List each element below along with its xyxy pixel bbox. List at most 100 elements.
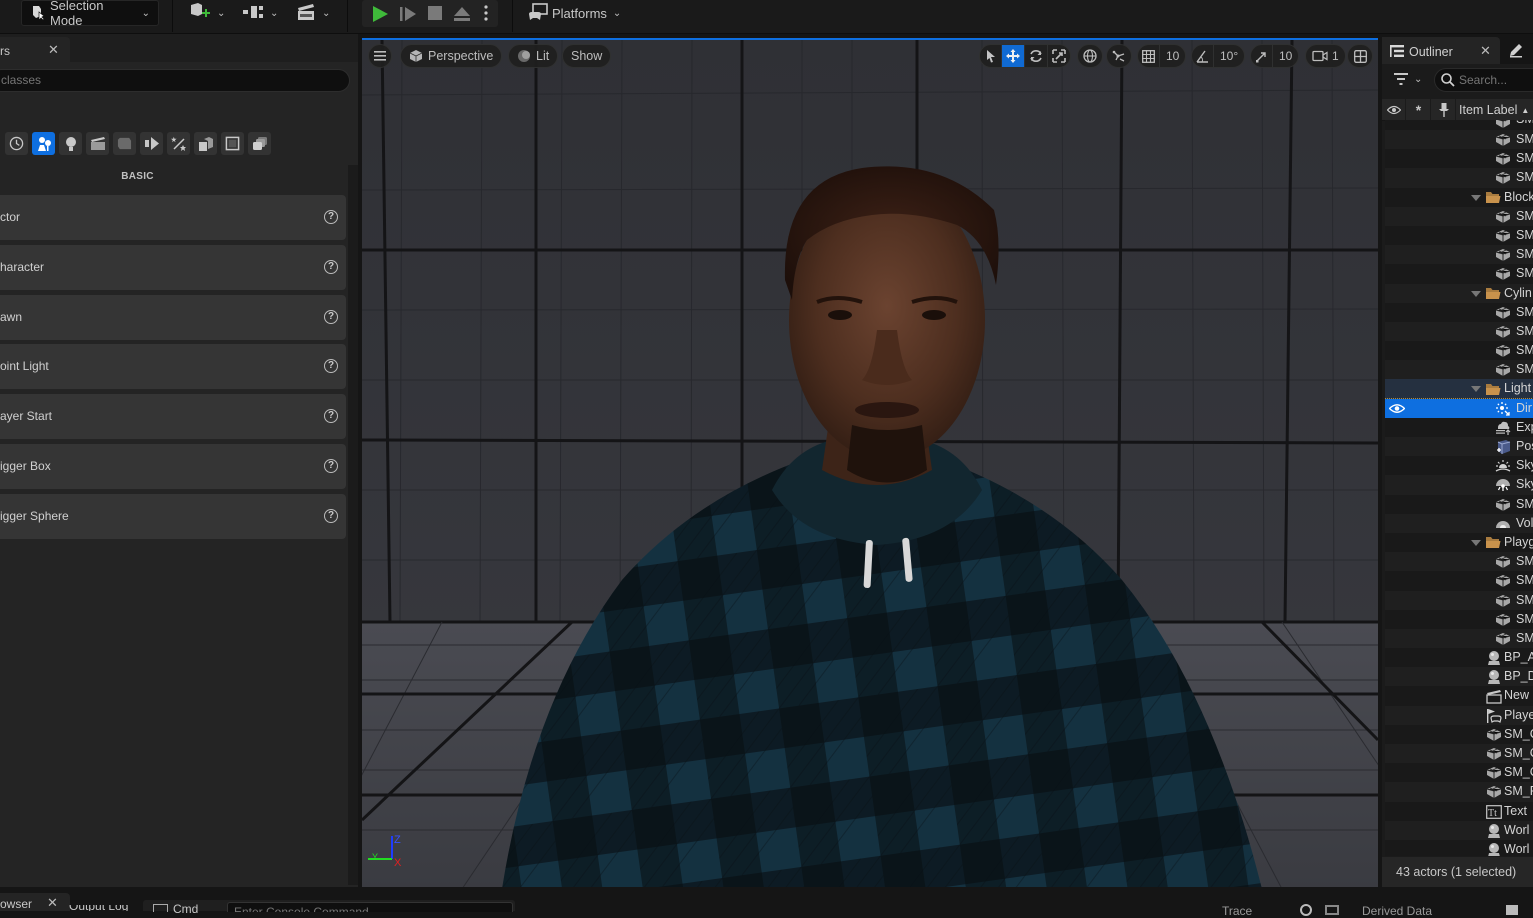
expand-arrow-icon[interactable] (1471, 194, 1481, 201)
expand-arrow-icon[interactable] (1471, 386, 1481, 393)
outliner-row[interactable]: SM (1385, 206, 1533, 226)
perspective-button[interactable]: Perspective (400, 44, 503, 68)
visibility-column[interactable] (1382, 99, 1406, 121)
close-icon[interactable]: ✕ (1480, 43, 1491, 59)
filter-button[interactable]: ⌄ (1394, 73, 1422, 85)
close-icon[interactable]: ✕ (48, 42, 59, 58)
scale-snap-toggle[interactable] (1251, 45, 1273, 67)
outliner-row[interactable]: SM (1385, 168, 1533, 188)
search-classes-input[interactable] (1, 73, 321, 87)
outliner-row[interactable]: SM (1385, 245, 1533, 265)
category-geometry[interactable] (140, 132, 163, 155)
scale-snap-value[interactable]: 10 (1273, 45, 1298, 67)
outliner-row[interactable]: SM (1385, 628, 1533, 649)
help-icon[interactable]: ? (324, 359, 338, 374)
outliner-row[interactable]: SM (1385, 609, 1533, 629)
more-options-icon[interactable] (484, 4, 488, 25)
coordinate-system-button[interactable] (1077, 44, 1103, 68)
tab-output-log[interactable]: Output Log (69, 905, 128, 911)
cmd-dropdown[interactable]: Cmd (173, 902, 198, 916)
outliner-row[interactable]: Worl (1385, 820, 1533, 840)
expand-arrow-icon[interactable] (1471, 539, 1481, 546)
outliner-row[interactable]: SM (1385, 149, 1533, 169)
actor-item[interactable]: awn? (0, 294, 346, 340)
outliner-row[interactable]: SM_C (1385, 724, 1533, 744)
viewport-layout-button[interactable] (1347, 44, 1373, 68)
selection-mode-dropdown[interactable]: Selection Mode ⌄ (21, 0, 159, 28)
outliner-row[interactable]: Playe (1385, 705, 1533, 725)
outliner-row[interactable]: SM_C (1385, 763, 1533, 783)
category-all-classes[interactable] (194, 132, 217, 155)
grid-snap-toggle[interactable] (1138, 45, 1160, 67)
outliner-row[interactable]: New (1385, 686, 1533, 706)
derived-data-button[interactable]: Derived Data (1362, 905, 1432, 917)
cinematics-button[interactable]: ⌄ (296, 0, 330, 26)
translate-tool[interactable] (1002, 45, 1025, 67)
grid-snap-value[interactable]: 10 (1160, 45, 1185, 67)
advance-frame-icon[interactable] (399, 5, 417, 26)
actor-item[interactable]: haracter? (0, 244, 346, 290)
outliner-folder-row[interactable]: Playg (1385, 532, 1533, 553)
actor-item[interactable]: ctor? (0, 195, 346, 240)
tab-outliner[interactable]: Outliner ✕ (1382, 37, 1500, 64)
lit-button[interactable]: Lit (508, 44, 559, 68)
category-recent[interactable] (5, 132, 28, 155)
item-label-column[interactable]: Item Label ▲ (1457, 99, 1533, 121)
actor-item[interactable]: oint Light? (0, 344, 346, 390)
trace-button[interactable]: Trace (1222, 905, 1252, 917)
eject-icon[interactable] (453, 5, 471, 26)
scrollbar-track[interactable] (348, 165, 358, 885)
actor-item[interactable]: igger Sphere? (0, 493, 346, 539)
help-icon[interactable]: ? (324, 508, 338, 523)
outliner-row[interactable]: Worl (1385, 839, 1533, 856)
outliner-row[interactable]: Exp (1385, 417, 1533, 437)
outliner-search-input[interactable] (1459, 73, 1533, 87)
outliner-row[interactable]: Dir (1385, 397, 1533, 419)
outliner-row[interactable]: SM (1385, 225, 1533, 246)
camera-speed-button[interactable]: 1 (1306, 45, 1345, 67)
outliner-row[interactable]: SM (1385, 494, 1533, 514)
record-icon[interactable] (1300, 904, 1312, 916)
category-basic[interactable] (32, 132, 55, 155)
outliner-row[interactable]: Sky (1385, 456, 1533, 476)
search-classes-field[interactable] (0, 69, 350, 92)
outliner-row[interactable]: Sky (1385, 475, 1533, 495)
close-icon[interactable]: ✕ (47, 895, 58, 911)
blueprints-button[interactable]: ⌄ (242, 0, 278, 26)
actor-item[interactable]: ayer Start? (0, 394, 346, 440)
outliner-row[interactable]: SM (1385, 302, 1533, 322)
outliner-row[interactable]: SM (1385, 360, 1533, 380)
pin-column[interactable] (1432, 99, 1456, 121)
outliner-search-field[interactable] (1434, 68, 1533, 92)
scale-tool[interactable] (1048, 45, 1070, 67)
outliner-row[interactable]: SM (1385, 552, 1533, 572)
category-shapes[interactable] (221, 132, 244, 155)
rotation-snap-toggle[interactable] (1192, 45, 1214, 67)
outliner-row[interactable]: SM (1385, 571, 1533, 591)
surface-snapping-button[interactable] (1106, 44, 1132, 68)
category-cinematic[interactable] (86, 132, 109, 155)
outliner-folder-row[interactable]: Cylin (1385, 283, 1533, 303)
details-tab-icon[interactable] (1508, 42, 1524, 61)
stop-icon[interactable] (427, 5, 443, 24)
help-icon[interactable]: ? (324, 309, 338, 324)
category-volumes[interactable] (167, 132, 190, 155)
expand-arrow-icon[interactable] (1471, 290, 1481, 297)
rotation-snap-value[interactable]: 10° (1214, 45, 1244, 67)
play-icon[interactable] (371, 5, 389, 26)
screenshot-icon[interactable] (1325, 905, 1339, 915)
help-icon[interactable]: ? (324, 459, 338, 473)
level-viewport[interactable]: Z X Y Perspective Lit Show 10 10° 10 1 (362, 38, 1378, 887)
category-lights[interactable] (59, 132, 82, 155)
outliner-row[interactable]: SM (1385, 341, 1533, 361)
category-layers[interactable] (248, 132, 271, 155)
visibility-toggle-icon[interactable] (1388, 403, 1406, 417)
outliner-row[interactable]: SM_C (1385, 744, 1533, 764)
outliner-row[interactable]: SM (1385, 130, 1533, 150)
outliner-row[interactable]: Vol (1385, 513, 1533, 533)
outliner-row[interactable]: Tt Text (1385, 801, 1533, 821)
outliner-row[interactable]: SM (1385, 590, 1533, 610)
outliner-row[interactable]: SM_F (1385, 782, 1533, 802)
add-actor-button[interactable]: ⌄ (189, 0, 225, 26)
outliner-folder-row[interactable]: Light (1385, 379, 1533, 399)
